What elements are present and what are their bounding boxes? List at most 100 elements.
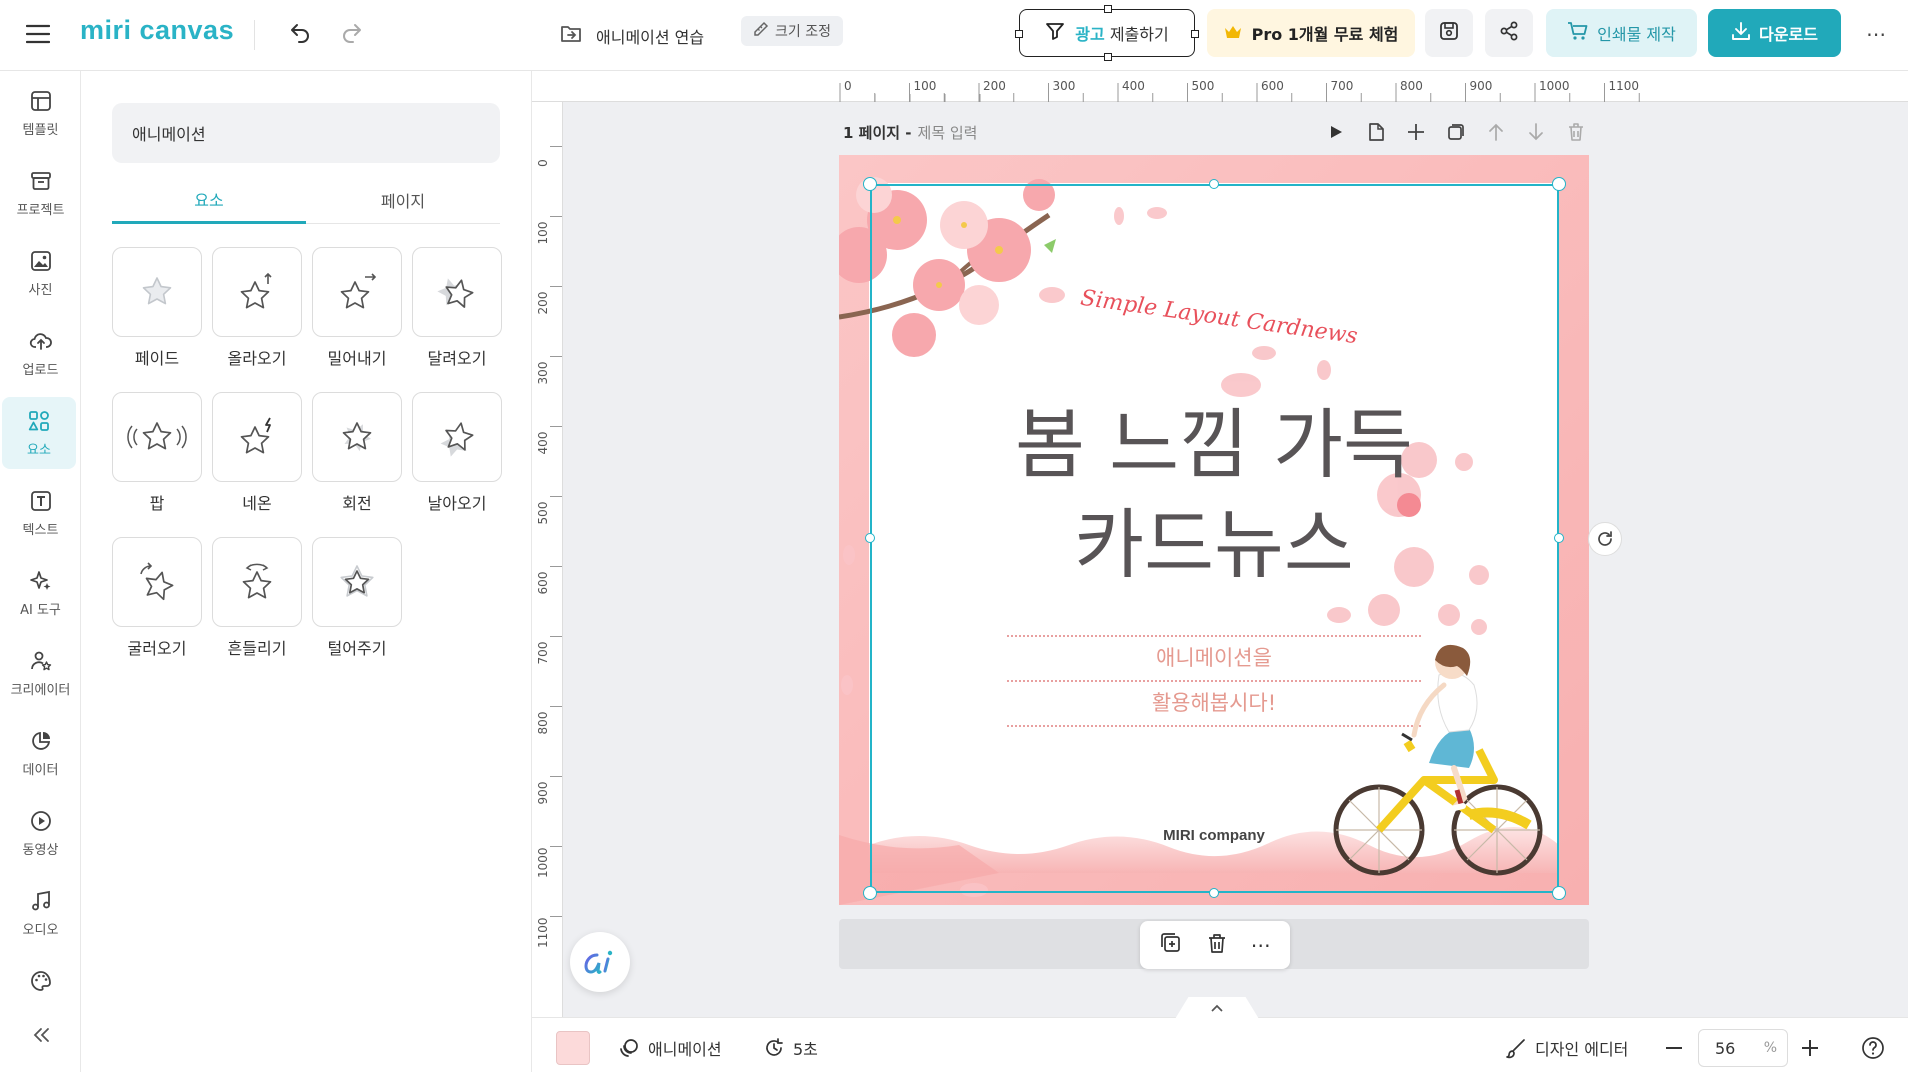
rail-item-text[interactable]: 텍스트 xyxy=(0,477,81,549)
animation-shake[interactable]: 흔들리기 xyxy=(212,537,302,659)
app-logo[interactable]: miri canvas xyxy=(80,15,234,46)
redo-icon[interactable] xyxy=(332,14,372,54)
plus-icon[interactable] xyxy=(1403,119,1429,145)
headline[interactable]: 봄 느낌 가득 카드뉴스 xyxy=(839,395,1589,595)
zoom-input[interactable]: 56 % xyxy=(1698,1029,1788,1067)
animation-button[interactable]: 애니메이션 xyxy=(618,1030,722,1066)
download-button[interactable]: 다운로드 xyxy=(1708,9,1841,57)
play-icon[interactable] xyxy=(1323,119,1349,145)
animation-neon[interactable]: 네온 xyxy=(212,392,302,514)
top-bar: miri canvas 애니메이션 연습 크기 조정 광고 제출하기 Pro 1… xyxy=(0,0,1908,71)
download-icon xyxy=(1731,21,1751,45)
page-title-input[interactable]: 제목 입력 xyxy=(918,122,978,143)
resize-handle[interactable] xyxy=(863,886,877,900)
resize-handle[interactable] xyxy=(1209,888,1219,898)
resize-button[interactable]: 크기 조정 xyxy=(741,16,843,46)
ruler-label: 600 xyxy=(536,571,550,595)
animation-label: 애니메이션 xyxy=(648,1040,722,1059)
resize-handle[interactable] xyxy=(1554,533,1564,543)
rail-item-elements[interactable]: 요소 xyxy=(2,397,76,469)
rail-item-template[interactable]: 템플릿 xyxy=(0,77,81,149)
animation-fade[interactable]: 페이드 xyxy=(112,247,202,369)
help-button[interactable] xyxy=(1859,1034,1887,1062)
animation-label: 밀어내기 xyxy=(327,349,387,368)
animation-shake-off[interactable]: 털어주기 xyxy=(312,537,402,659)
move-down-icon[interactable] xyxy=(1523,119,1549,145)
more-options-icon[interactable]: ⋯ xyxy=(1856,14,1896,54)
zoom-out-button[interactable] xyxy=(1664,1030,1684,1066)
panel-tabs: 요소 페이지 xyxy=(112,176,500,224)
animation-rise[interactable]: 올라오기 xyxy=(212,247,302,369)
rail-item-audio[interactable]: 오디오 xyxy=(0,877,81,949)
design-page[interactable]: Simple Layout Cardnews 봄 느낌 가득 카드뉴스 애니메이… xyxy=(839,155,1589,905)
selection-handle xyxy=(1104,5,1112,13)
timeline-toggle[interactable] xyxy=(1175,997,1259,1019)
selection-handle xyxy=(1015,30,1023,38)
animation-roll-in[interactable]: 굴러오기 xyxy=(112,537,202,659)
add-to-group-icon[interactable] xyxy=(1159,931,1183,959)
design-editor-button[interactable]: 디자인 에디터 xyxy=(1505,1030,1628,1066)
menu-icon[interactable] xyxy=(18,14,58,54)
animation-icon xyxy=(620,1039,638,1057)
minus-icon xyxy=(1666,1047,1682,1049)
rail-label: 사진 xyxy=(28,282,53,298)
ruler-label: 700 xyxy=(536,641,550,665)
resize-handle[interactable] xyxy=(863,177,877,191)
undo-icon[interactable] xyxy=(280,14,320,54)
animation-fly-in[interactable]: 날아오기 xyxy=(412,392,502,514)
ruler-tick xyxy=(550,636,562,637)
selection-handle xyxy=(1191,30,1199,38)
resize-handle[interactable] xyxy=(865,533,875,543)
resize-handle[interactable] xyxy=(1552,886,1566,900)
rail-item-project[interactable]: 프로젝트 xyxy=(0,157,81,229)
add-page-icon[interactable] xyxy=(1363,119,1389,145)
zoom-in-button[interactable] xyxy=(1800,1030,1820,1066)
rail-label: 텍스트 xyxy=(22,522,59,538)
rail-item-palette[interactable] xyxy=(0,957,81,1005)
tab-elements[interactable]: 요소 xyxy=(112,176,306,224)
animation-rotate[interactable]: 회전 xyxy=(312,392,402,514)
zoom-unit: % xyxy=(1763,1040,1777,1056)
rail-item-upload[interactable]: 업로드 xyxy=(0,317,81,389)
upload-icon xyxy=(29,332,52,350)
animation-label: 달려오기 xyxy=(427,349,487,368)
background-color-swatch[interactable] xyxy=(556,1031,590,1065)
duration-button[interactable]: 5초 xyxy=(763,1030,818,1066)
resize-handle[interactable] xyxy=(1209,179,1219,189)
ad-submit-button[interactable]: 광고 제출하기 xyxy=(1015,5,1199,61)
ai-assistant-button[interactable] xyxy=(570,932,630,992)
rail-item-photo[interactable]: 사진 xyxy=(0,237,81,309)
animation-pop[interactable]: 팝 xyxy=(112,392,202,514)
trash-icon[interactable] xyxy=(1563,119,1589,145)
move-up-icon[interactable] xyxy=(1483,119,1509,145)
search-input[interactable] xyxy=(112,103,500,163)
video-icon xyxy=(30,810,51,831)
share-button[interactable] xyxy=(1485,9,1533,57)
star-neon-icon xyxy=(240,417,271,454)
project-name-text[interactable]: 애니메이션 연습 xyxy=(596,24,704,48)
rotate-handle[interactable] xyxy=(1588,522,1622,556)
ruler-label: 300 xyxy=(1052,79,1076,93)
tab-pages[interactable]: 페이지 xyxy=(306,176,500,224)
download-label: 다운로드 xyxy=(1759,25,1818,44)
print-order-button[interactable]: 인쇄물 제작 xyxy=(1546,9,1697,57)
girl-bicycle-illustration[interactable] xyxy=(1319,640,1549,890)
rail-label: 동영상 xyxy=(22,842,59,858)
save-button[interactable] xyxy=(1425,9,1473,57)
rail-item-video[interactable]: 동영상 xyxy=(0,797,81,869)
rail-item-creator[interactable]: 크리에이터 xyxy=(0,637,81,709)
delete-icon[interactable] xyxy=(1206,932,1228,958)
project-name[interactable]: 애니메이션 연습 xyxy=(560,18,704,54)
more-icon[interactable]: ⋯ xyxy=(1251,933,1271,957)
resize-handle[interactable] xyxy=(1552,177,1566,191)
photo-icon xyxy=(30,250,51,271)
move-folder-icon[interactable] xyxy=(560,24,582,48)
pro-trial-button[interactable]: Pro 1개월 무료 체험 xyxy=(1207,9,1415,57)
rail-item-ai-tools[interactable]: AI 도구 xyxy=(0,557,81,629)
animation-push[interactable]: 밀어내기 xyxy=(312,247,402,369)
collapse-rail-button[interactable] xyxy=(0,1011,81,1059)
pro-trial-label: Pro 1개월 무료 체험 xyxy=(1251,25,1399,44)
rail-item-data[interactable]: 데이터 xyxy=(0,717,81,789)
animation-run[interactable]: 달려오기 xyxy=(412,247,502,369)
duplicate-page-icon[interactable] xyxy=(1443,119,1469,145)
